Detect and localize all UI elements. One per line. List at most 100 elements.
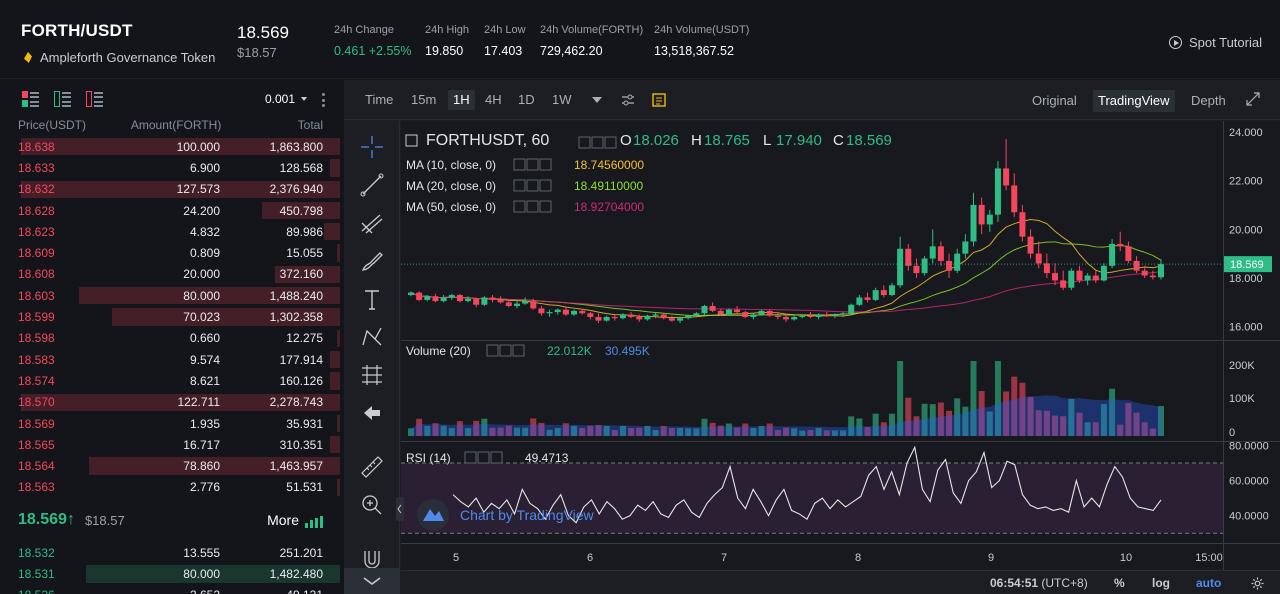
ask-price: 18.633 [18, 160, 55, 175]
tf-1w[interactable]: 1W [547, 90, 577, 110]
crosshair-icon[interactable] [358, 133, 386, 161]
ask-row[interactable]: 18.609 0.809 15.055 [0, 242, 343, 263]
arrow-left-icon[interactable] [358, 399, 386, 427]
ask-row[interactable]: 18.570 122.711 2,278.743 [0, 392, 343, 413]
timeframe-dropdown-icon[interactable] [592, 96, 602, 104]
ask-row[interactable]: 18.569 1.935 35.931 [0, 413, 343, 434]
ticker-header: FORTH/USDT Ampleforth Governance Token 1… [0, 0, 1280, 79]
stat-value: 729,462.20 [540, 44, 603, 58]
ask-total: 128.568 [279, 160, 323, 175]
ask-row[interactable]: 18.623 4.832 89.986 [0, 221, 343, 242]
ask-row[interactable]: 18.638 100.000 1,863.800 [0, 136, 343, 157]
order-book: 0.001 Price(USDT) Amount(FORTH) Total 18… [0, 80, 343, 594]
time-toggle[interactable]: Time [360, 90, 398, 110]
candle [513, 303, 520, 306]
brush-icon[interactable] [358, 247, 386, 275]
chevron-down-icon [363, 577, 381, 585]
tf-15m[interactable]: 15m [406, 90, 441, 110]
more-button[interactable]: More [267, 512, 323, 529]
spot-tutorial-link[interactable]: Spot Tutorial [1169, 35, 1262, 50]
trend-line-icon[interactable] [358, 171, 386, 199]
log-toggle[interactable]: log [1152, 571, 1170, 594]
fib-tool-icon[interactable] [358, 361, 386, 389]
candle [946, 260, 953, 271]
percent-toggle[interactable]: % [1114, 571, 1125, 594]
candle [693, 313, 700, 316]
candle [929, 246, 936, 259]
bid-row[interactable]: 18.5262.65249.131 [0, 585, 343, 594]
ask-price: 18.565 [18, 437, 55, 452]
ask-row[interactable]: 18.608 20.000 372.160 [0, 264, 343, 285]
more-options-icon[interactable] [322, 93, 325, 107]
candle [571, 310, 578, 315]
view-original[interactable]: Original [1027, 90, 1082, 112]
candle [1141, 270, 1148, 276]
tf-1d[interactable]: 1D [513, 90, 540, 110]
auto-toggle[interactable]: auto [1196, 571, 1221, 594]
candle [505, 302, 512, 306]
candle [603, 316, 610, 321]
ask-row[interactable]: 18.565 16.717 310.351 [0, 434, 343, 455]
gear-icon[interactable] [1251, 577, 1264, 590]
ask-price: 18.632 [18, 182, 55, 197]
ask-price: 18.564 [18, 459, 55, 474]
ask-row[interactable]: 18.603 80.000 1,488.240 [0, 285, 343, 306]
col-total: Total [297, 118, 324, 132]
ask-row[interactable]: 18.599 70.023 1,302.358 [0, 306, 343, 327]
candle [546, 312, 553, 314]
volume-ma-value: 30.495K [605, 344, 650, 358]
tf-1h[interactable]: 1H [448, 90, 475, 110]
more-label: More [267, 512, 299, 529]
candle [522, 301, 529, 304]
fullscreen-icon[interactable] [1246, 92, 1260, 106]
mid-price[interactable]: 18.569↑ [18, 511, 75, 529]
pitchfork-icon[interactable] [358, 209, 386, 237]
pair-title[interactable]: FORTH/USDT [21, 21, 133, 41]
expand-toolbar-handle[interactable] [396, 497, 404, 521]
book-both-sides-icon[interactable] [22, 90, 39, 108]
ask-row[interactable]: 18.583 9.574 177.914 [0, 349, 343, 370]
bid-row[interactable]: 18.531 80.000 1,482.480 [0, 563, 343, 584]
ask-row[interactable]: 18.633 6.900 128.568 [0, 157, 343, 178]
ask-row[interactable]: 18.574 8.621 160.126 [0, 370, 343, 391]
book-asks-only-icon[interactable] [86, 90, 103, 108]
ask-total: 12.275 [286, 331, 323, 346]
ask-price: 18.569 [18, 416, 55, 431]
ask-price: 18.608 [18, 267, 55, 282]
candle [1035, 253, 1042, 264]
collapse-toolbar-button[interactable] [344, 568, 400, 594]
bid-row[interactable]: 18.532 13.555 251.201 [0, 542, 343, 563]
ask-total: 1,302.358 [269, 310, 323, 325]
stat-value: 17.403 [484, 44, 523, 58]
price-chart[interactable]: 18.569 24.000 22.000 20.000 18.000 16.000 200K… [401, 121, 1280, 570]
candle [1019, 212, 1026, 237]
ask-amount: 20.000 [183, 267, 220, 282]
book-bids-only-icon[interactable] [54, 90, 71, 108]
precision-select[interactable]: 0.001 [265, 92, 307, 106]
ma-label: MA (50, close, 0) [406, 200, 496, 214]
candle [734, 309, 741, 313]
view-tradingview[interactable]: TradingView [1093, 90, 1175, 112]
bid-total: 49.131 [220, 588, 323, 594]
tf-4h[interactable]: 4H [480, 90, 507, 110]
ask-row[interactable]: 18.632 127.573 2,376.940 [0, 179, 343, 200]
view-depth[interactable]: Depth [1186, 90, 1231, 112]
ask-row[interactable]: 18.563 2.776 51.531 [0, 477, 343, 498]
candle [897, 248, 904, 286]
ask-row[interactable]: 18.598 0.660 12.275 [0, 328, 343, 349]
stat-24h-volume-quote: 24h Volume(USDT) 13,518,367.52 [654, 24, 749, 58]
indicators-icon[interactable] [651, 92, 667, 108]
ask-amount: 9.574 [189, 352, 220, 367]
zoom-in-icon[interactable] [358, 491, 386, 519]
candle [725, 309, 732, 315]
candle [848, 304, 855, 314]
settings-sliders-icon[interactable] [620, 92, 636, 108]
ruler-icon[interactable] [358, 453, 386, 481]
ask-amount: 6.900 [189, 160, 220, 175]
ask-row[interactable]: 18.564 78.860 1,463.957 [0, 455, 343, 476]
candle [937, 246, 944, 261]
pattern-icon[interactable] [358, 323, 386, 351]
ask-row[interactable]: 18.628 24.200 450.798 [0, 200, 343, 221]
text-tool-icon[interactable] [358, 285, 386, 313]
ask-amount: 100.000 [176, 139, 220, 154]
